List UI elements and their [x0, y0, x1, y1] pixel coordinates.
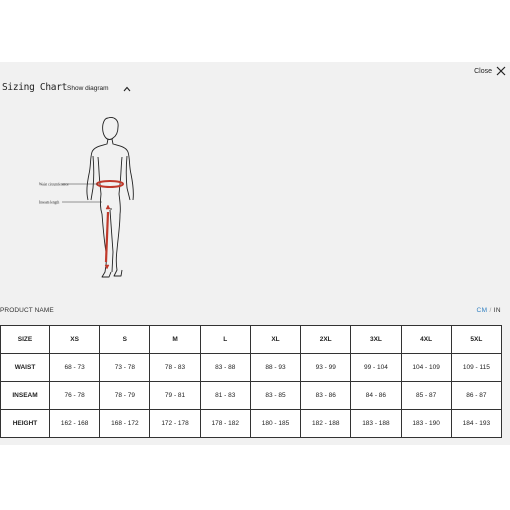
show-diagram-toggle[interactable]: Show diagram [67, 85, 131, 92]
table-cell: 178 - 182 [199, 409, 251, 438]
page-title: Sizing Chart [2, 82, 68, 93]
header-size-cell: M [149, 325, 201, 354]
table-cell: 79 - 81 [149, 381, 201, 410]
header-size-cell: L [199, 325, 251, 354]
header-size-cell: XL [249, 325, 302, 354]
table-cell: 73 - 78 [99, 353, 151, 382]
close-icon[interactable] [496, 66, 506, 76]
header-size-cell: S [99, 325, 151, 354]
inseam-label: Inseam length [39, 201, 59, 205]
table-cell: 81 - 83 [199, 381, 251, 410]
header-size-cell: 4XL [400, 325, 452, 354]
close-label: Close [474, 67, 492, 75]
table-cell: 183 - 190 [400, 409, 452, 438]
table-cell: 109 - 115 [450, 353, 503, 382]
header-size-label: SIZE [0, 325, 50, 354]
product-name: PRODUCT NAME [0, 307, 54, 314]
toggle-label: Show diagram [67, 85, 109, 92]
size-table: SIZE XS S M L XL 2XL 3XL 4XL 5XL WAIST 68 - 73 73 - … [0, 325, 503, 438]
table-cell: 83 - 85 [249, 381, 302, 410]
row-label: HEIGHT [0, 409, 50, 438]
row-label: INSEAM [0, 381, 50, 410]
close-button[interactable]: Close [474, 66, 506, 76]
header-size-cell: 3XL [350, 325, 402, 354]
table-header-row: SIZE XS S M L XL 2XL 3XL 4XL 5XL [0, 325, 503, 354]
table-cell: 183 - 188 [350, 409, 402, 438]
table-row: HEIGHT 162 - 168 168 - 172 172 - 178 178 - 1… [0, 409, 503, 438]
table-cell: 78 - 83 [149, 353, 201, 382]
header-size-cell: XS [48, 325, 101, 354]
table-cell: 168 - 172 [99, 409, 151, 438]
table-cell: 162 - 168 [48, 409, 101, 438]
table-cell: 99 - 104 [350, 353, 402, 382]
row-label: WAIST [0, 353, 50, 382]
table-cell: 86 - 87 [450, 381, 503, 410]
table-cell: 184 - 193 [450, 409, 503, 438]
inseam-measure-line [104, 204, 111, 270]
table-cell: 84 - 86 [350, 381, 402, 410]
table-cell: 182 - 188 [300, 409, 352, 438]
chevron-up-icon[interactable] [123, 86, 131, 92]
unit-in-button[interactable]: IN [494, 307, 501, 314]
header-size-cell: 2XL [300, 325, 352, 354]
table-cell: 88 - 93 [249, 353, 302, 382]
table-cell: 85 - 87 [400, 381, 452, 410]
waist-label: Waist circumference [39, 183, 69, 187]
table-cell: 104 - 109 [400, 353, 452, 382]
waist-measure-line [96, 180, 124, 188]
unit-separator: / [489, 307, 492, 314]
body-measurement-diagram: Waist circumference Inseam length [39, 117, 134, 278]
table-cell: 83 - 86 [300, 381, 352, 410]
header-size-cell: 5XL [450, 325, 503, 354]
unit-switch: CM / IN [477, 307, 501, 314]
table-row: INSEAM 76 - 78 78 - 79 79 - 81 81 - 83 83 - 8… [0, 381, 503, 410]
table-row: WAIST 68 - 73 73 - 78 78 - 83 83 - 88 88 - 93… [0, 353, 503, 382]
table-cell: 78 - 79 [99, 381, 151, 410]
unit-cm-button[interactable]: CM [477, 307, 488, 314]
table-cell: 76 - 78 [48, 381, 101, 410]
table-cell: 93 - 99 [300, 353, 352, 382]
table-cell: 172 - 178 [149, 409, 201, 438]
table-cell: 83 - 88 [199, 353, 251, 382]
table-cell: 68 - 73 [48, 353, 101, 382]
table-cell: 180 - 185 [249, 409, 302, 438]
human-silhouette [86, 117, 134, 278]
